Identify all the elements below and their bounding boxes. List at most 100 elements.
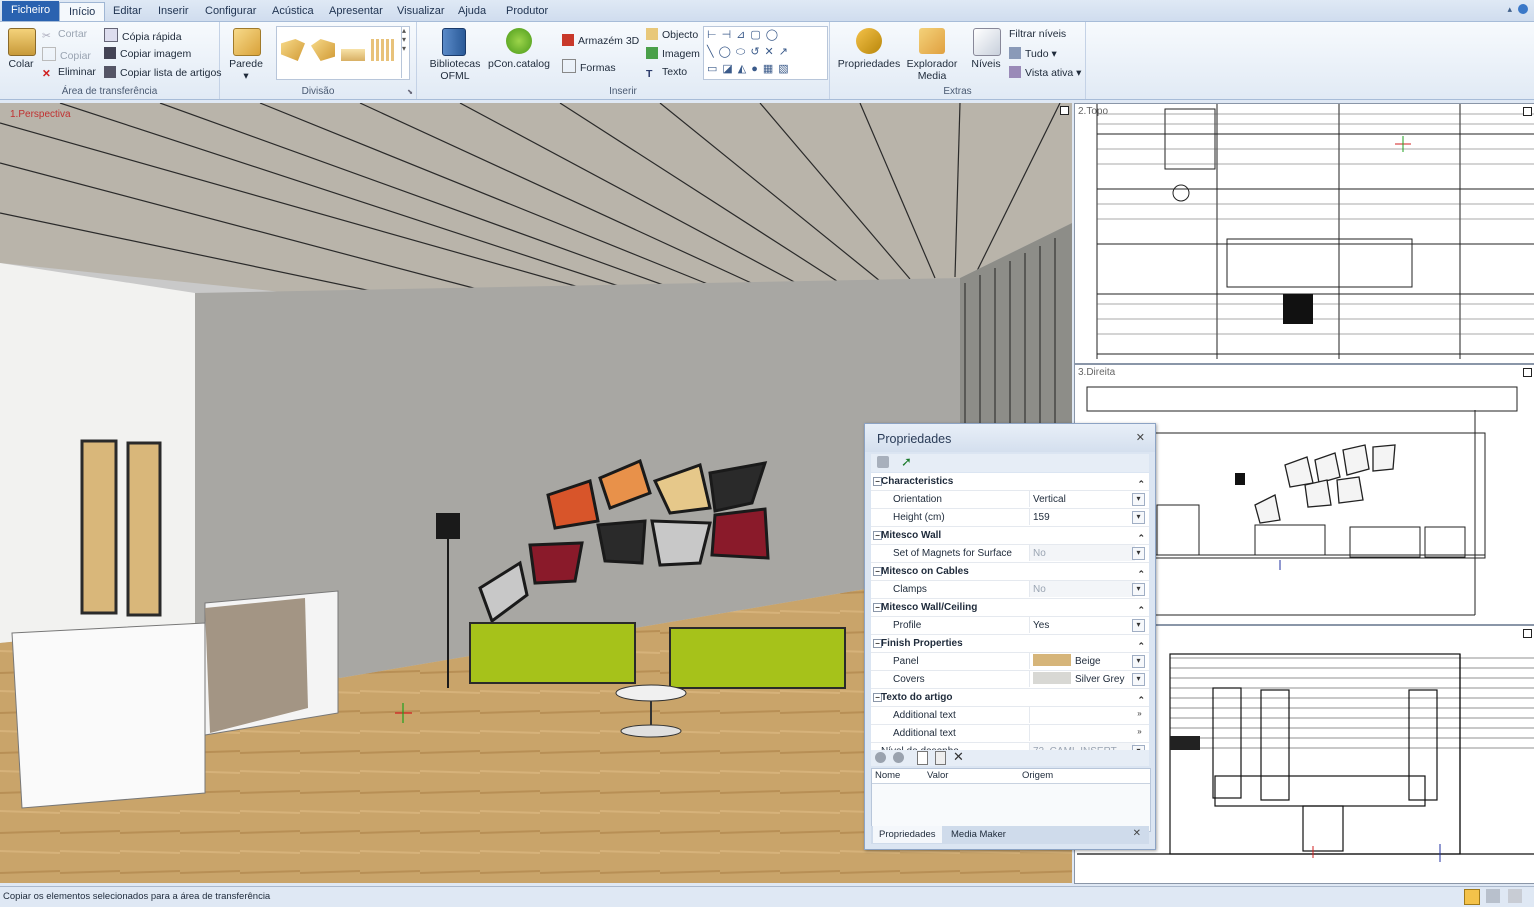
wall-style-3-icon[interactable] <box>341 49 365 61</box>
reception-desk[interactable] <box>11 622 206 809</box>
orbit-icon[interactable] <box>1486 889 1500 903</box>
floor-lamp[interactable] <box>436 513 460 539</box>
property-value[interactable]: Beige <box>1029 653 1135 669</box>
expand-text-icon[interactable]: » <box>1134 709 1145 720</box>
new-note-icon[interactable] <box>917 751 928 765</box>
maximize-front-viewport-button[interactable] <box>1523 629 1532 638</box>
property-row[interactable]: Set of Magnets for Surface No ▾ <box>871 545 1149 563</box>
active-view-dropdown[interactable]: Vista ativa ▾ <box>1009 66 1081 79</box>
vertical-panel-2[interactable] <box>126 441 162 617</box>
vertical-panel-1[interactable] <box>80 439 118 615</box>
tab-file[interactable]: Ficheiro <box>2 1 60 21</box>
col-origin[interactable]: Origem <box>1022 769 1053 783</box>
wall-style-1-icon[interactable] <box>281 39 305 61</box>
tab-edit[interactable]: Editar <box>104 2 151 21</box>
property-row[interactable]: Covers Silver Grey ▾ <box>871 671 1149 689</box>
text-button[interactable]: T Texto <box>646 66 687 80</box>
render-mode-icon[interactable] <box>1508 889 1522 903</box>
wall-button[interactable]: Parede ▾ <box>224 58 268 82</box>
property-category[interactable]: − Mitesco Wall/Ceiling ⌃ <box>871 599 1149 617</box>
help-icon[interactable] <box>1518 4 1528 14</box>
dropdown-arrow-icon[interactable]: ▾ <box>1132 547 1145 560</box>
tab-home[interactable]: Início <box>59 2 106 22</box>
dropdown-arrow-icon[interactable]: ▾ <box>1132 655 1145 668</box>
settings-gear-icon[interactable] <box>877 456 889 468</box>
media-explorer-button[interactable]: Explorador Media <box>902 58 962 82</box>
property-value[interactable]: Yes <box>1029 617 1135 633</box>
sofa-right[interactable] <box>669 627 846 689</box>
sofa-left[interactable] <box>469 622 636 684</box>
wall-style-gallery[interactable] <box>276 26 410 80</box>
copy-note-icon[interactable] <box>935 751 946 765</box>
delete-note-icon[interactable]: ✕ <box>953 749 964 765</box>
property-row[interactable]: Orientation Vertical ▾ <box>871 491 1149 509</box>
tab-media-maker[interactable]: Media Maker <box>945 826 1012 843</box>
col-value[interactable]: Valor <box>927 769 948 783</box>
all-levels-dropdown[interactable]: Tudo ▾ <box>1009 47 1057 60</box>
dropdown-arrow-icon[interactable]: ▾ <box>1132 511 1145 524</box>
copy-button[interactable]: Copiar <box>42 47 91 62</box>
sync-icon[interactable] <box>893 752 904 763</box>
tab-view[interactable]: Visualizar <box>388 2 454 21</box>
3d-warehouse-button[interactable]: Armazém 3D <box>562 34 639 47</box>
tab-configure[interactable]: Configurar <box>196 2 265 21</box>
dropdown-arrow-icon[interactable]: ▾ <box>1132 493 1145 506</box>
tab-present[interactable]: Apresentar <box>320 2 392 21</box>
cut-button[interactable]: ✂ Cortar <box>42 28 87 42</box>
gallery-scroll[interactable]: ▴ ▾ ▾ <box>401 26 412 78</box>
dropdown-arrow-icon[interactable]: ▾ <box>1132 583 1145 596</box>
object-button[interactable]: Objecto <box>646 28 698 41</box>
snap-icon[interactable] <box>1464 889 1480 905</box>
close-panel-icon[interactable]: ✕ <box>1136 431 1145 444</box>
property-value[interactable] <box>1029 707 1135 723</box>
delete-button[interactable]: ✕ Eliminar <box>42 66 96 80</box>
expand-text-icon[interactable]: » <box>1134 727 1145 738</box>
copy-article-list-button[interactable]: Copiar lista de artigos <box>104 66 222 79</box>
property-row[interactable]: Additional text » <box>871 725 1149 743</box>
quick-copy-button[interactable]: Cópia rápida <box>104 28 182 43</box>
tab-properties[interactable]: Propriedades <box>873 826 942 843</box>
shapes-button[interactable]: Formas <box>562 59 616 74</box>
ofml-libraries-button[interactable]: Bibliotecas OFML <box>425 58 485 82</box>
property-value[interactable]: Vertical <box>1029 491 1135 507</box>
tab-help[interactable]: Ajuda <box>449 2 495 21</box>
property-value[interactable]: 159 <box>1029 509 1135 525</box>
property-category[interactable]: − Characteristics ⌃ <box>871 473 1149 491</box>
maximize-viewport-button[interactable] <box>1060 106 1069 115</box>
property-row[interactable]: Height (cm) 159 ▾ <box>871 509 1149 527</box>
property-row[interactable]: Panel Beige ▾ <box>871 653 1149 671</box>
pcon-catalog-button[interactable]: pCon.catalog <box>487 58 551 70</box>
refresh-icon[interactable] <box>875 752 886 763</box>
property-category[interactable]: − Mitesco on Cables ⌃ <box>871 563 1149 581</box>
property-row[interactable]: Profile Yes ▾ <box>871 617 1149 635</box>
tab-insert[interactable]: Inserir <box>149 2 198 21</box>
office-chair-top[interactable] <box>1283 294 1313 324</box>
filter-levels-button[interactable]: Filtrar níveis <box>1009 28 1066 40</box>
top-viewport[interactable]: 2.Topo <box>1074 103 1534 364</box>
property-category[interactable]: − Texto do artigo ⌃ <box>871 689 1149 707</box>
property-row[interactable]: Clamps No ▾ <box>871 581 1149 599</box>
col-name[interactable]: Nome <box>875 769 900 783</box>
property-category[interactable]: − Finish Properties ⌃ <box>871 635 1149 653</box>
levels-button[interactable]: Níveis <box>966 58 1006 70</box>
wall-style-2-icon[interactable] <box>311 39 335 61</box>
coffee-table[interactable] <box>615 684 687 702</box>
image-button[interactable]: Imagem <box>646 47 700 60</box>
wall-style-4-icon[interactable] <box>371 39 395 61</box>
ribbon-minimize-icon[interactable]: ▴ <box>1507 4 1512 15</box>
tab-producer[interactable]: Produtor <box>497 2 557 21</box>
arrow-pick-icon[interactable]: ➚ <box>901 454 912 470</box>
dropdown-arrow-icon[interactable]: ▾ <box>1132 619 1145 632</box>
dialog-launcher-icon[interactable]: ⬊ <box>407 88 413 96</box>
copy-image-button[interactable]: Copiar imagem <box>104 47 191 60</box>
dropdown-arrow-icon[interactable]: ▾ <box>1132 673 1145 686</box>
property-value[interactable] <box>1029 725 1135 741</box>
close-tab-icon[interactable]: ✕ <box>1133 828 1141 839</box>
tab-acoustics[interactable]: Acústica <box>263 2 323 21</box>
properties-button[interactable]: Propriedades <box>836 58 902 70</box>
maximize-right-viewport-button[interactable] <box>1523 368 1532 377</box>
property-row[interactable]: Additional text » <box>871 707 1149 725</box>
property-category[interactable]: − Mitesco Wall ⌃ <box>871 527 1149 545</box>
property-value[interactable]: Silver Grey <box>1029 671 1135 687</box>
paste-button[interactable]: Colar <box>2 58 40 70</box>
